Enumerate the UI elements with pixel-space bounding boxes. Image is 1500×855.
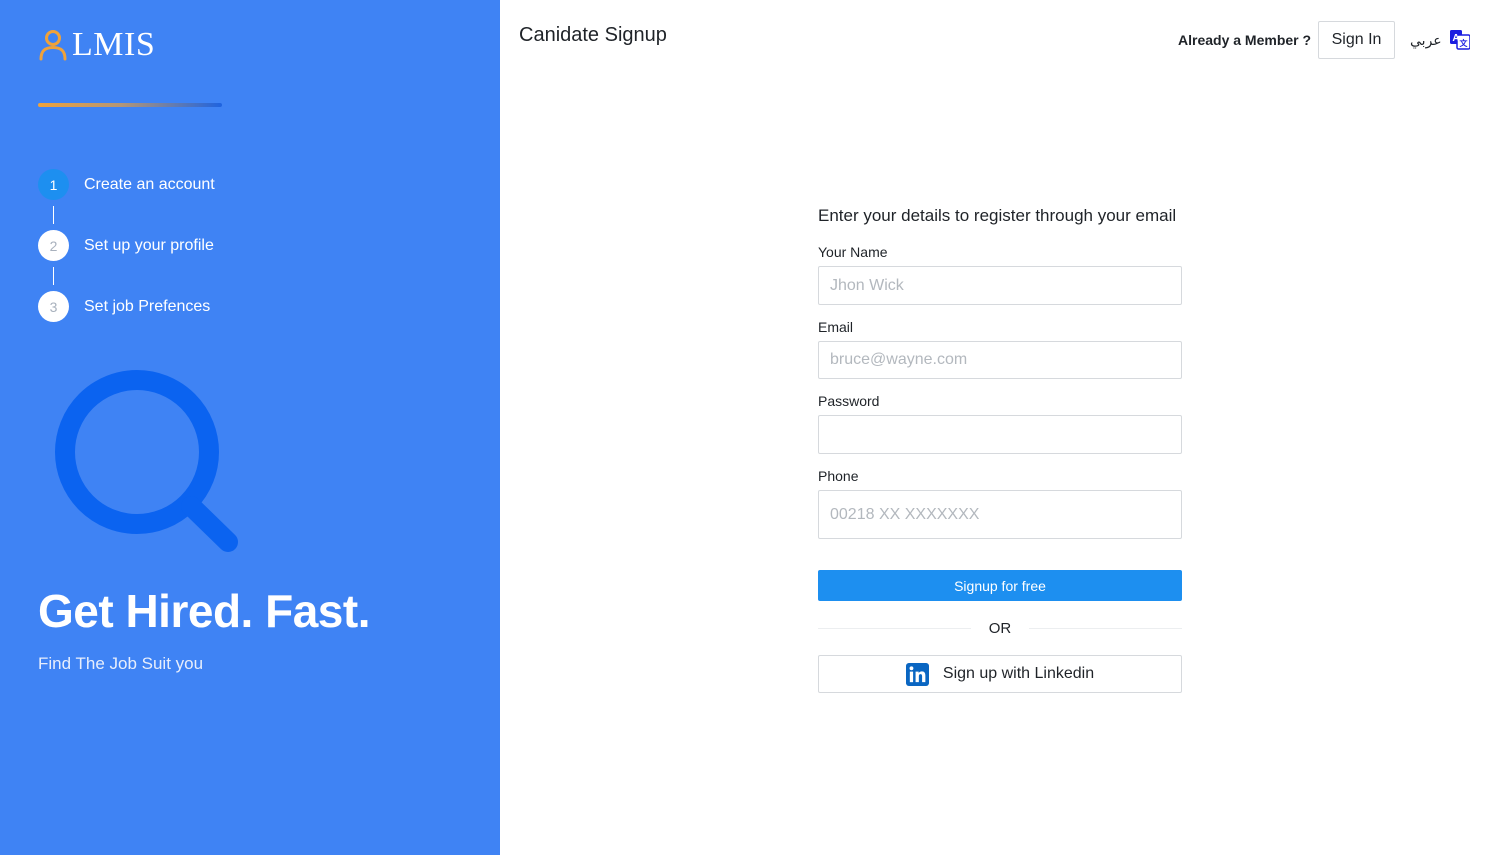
step-number: 2 [38,230,69,261]
logo[interactable]: LMIS [38,26,155,64]
language-switcher[interactable]: عربي A 文 [1410,30,1470,50]
signup-button[interactable]: Signup for free [818,570,1182,601]
step-setup-profile: 2 Set up your profile [38,230,214,261]
step-label: Set job Prefences [84,297,211,315]
user-icon [39,30,67,61]
linkedin-signup-button[interactable]: Sign up with Linkedin [818,655,1182,693]
translate-icon[interactable]: A 文 [1449,30,1470,50]
linkedin-label: Sign up with Linkedin [942,665,1095,682]
step-label: Create an account [84,175,215,193]
name-label: Your Name [818,244,888,260]
step-number: 3 [38,291,69,322]
member-prompt: Already a Member ? [1178,32,1312,48]
logo-text: LMIS [72,26,156,63]
email-input[interactable] [818,341,1182,379]
hero-title: Get Hired. Fast. [38,585,370,637]
left-panel: LMIS 1 Create an account 2 Set up your p… [0,0,500,855]
password-input[interactable] [818,415,1182,454]
step-number: 1 [38,169,69,200]
form-heading: Enter your details to register through y… [818,206,1177,225]
password-label: Password [818,393,880,409]
phone-input[interactable] [818,490,1182,539]
or-text: OR [988,620,1012,637]
sign-in-button[interactable]: Sign In [1318,21,1395,59]
step-connector [53,206,54,224]
name-input[interactable] [818,266,1182,305]
step-job-preferences: 3 Set job Prefences [38,291,210,322]
logo-underline [38,103,222,107]
page-title: Canidate Signup [519,24,667,46]
step-connector [53,267,54,285]
language-label[interactable]: عربي [1410,32,1442,49]
linkedin-icon [905,662,929,686]
email-label: Email [818,319,854,335]
hero-subtitle: Find The Job Suit you [38,654,204,673]
phone-label: Phone [818,468,859,484]
step-create-account: 1 Create an account [38,169,215,200]
svg-text:文: 文 [1459,38,1468,48]
magnifier-icon [55,370,238,552]
step-label: Set up your profile [84,236,214,254]
or-divider: OR [818,618,1182,638]
